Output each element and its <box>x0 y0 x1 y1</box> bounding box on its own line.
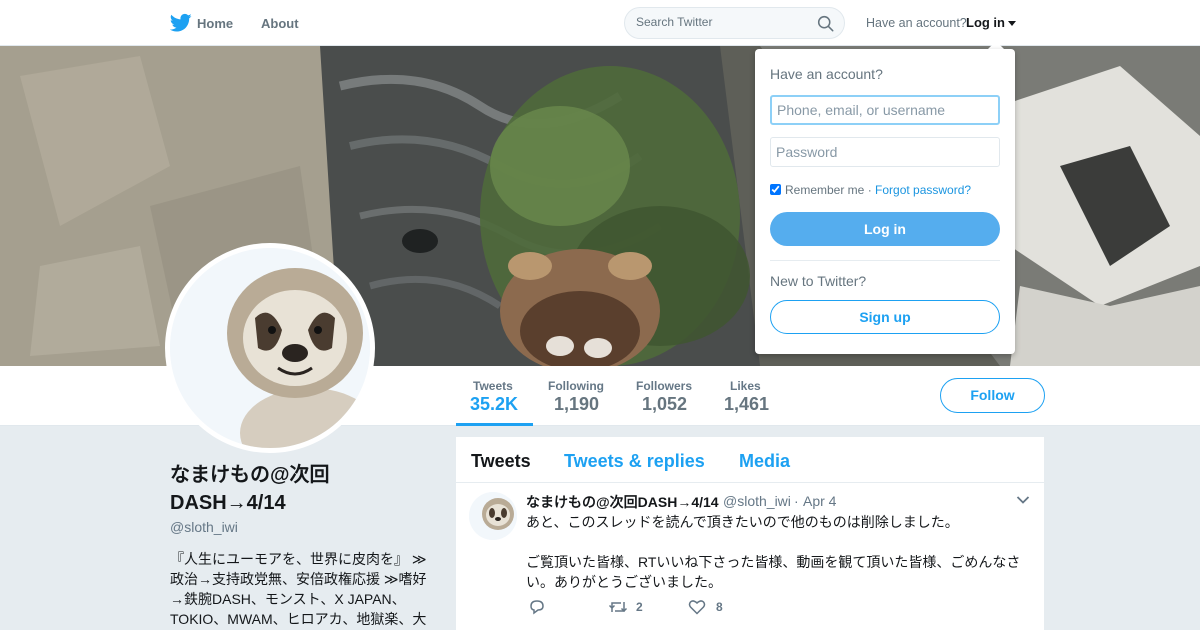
sloth-avatar-image <box>469 492 517 540</box>
new-to-twitter-text: New to Twitter? <box>770 273 867 289</box>
tab-tweets-and-replies[interactable]: Tweets & replies <box>564 451 705 472</box>
nav-home-link[interactable]: Home <box>197 16 233 31</box>
follow-button[interactable]: Follow <box>940 378 1045 413</box>
reply-icon[interactable] <box>528 599 546 615</box>
divider <box>770 260 1000 261</box>
profile-handle[interactable]: @sloth_iwi <box>170 519 238 535</box>
profile-avatar[interactable] <box>165 243 375 453</box>
tweet-separator: · <box>794 493 799 509</box>
stat-value: 1,190 <box>554 394 600 414</box>
login-dropdown: Have an account? Remember me · Forgot pa… <box>755 49 1015 354</box>
heart-icon[interactable] <box>688 599 706 615</box>
tweet-author-name[interactable]: なまけもの@次回DASH→4/14 <box>526 492 719 512</box>
search-icon[interactable] <box>817 15 834 32</box>
search-box <box>624 7 845 39</box>
tweet-text: あと、このスレッドを読んで頂きたいので他のものは削除しました。 ご覧頂いた皆様、… <box>526 512 1026 612</box>
signup-button[interactable]: Sign up <box>770 300 1000 334</box>
stat-following[interactable]: Following 1,190 <box>540 366 620 426</box>
timeline-tabs: Tweets Tweets & replies Media <box>456 437 1044 483</box>
login-dropdown-toggle[interactable]: Log in <box>966 15 1005 30</box>
stat-tweets[interactable]: Tweets 35.2K <box>456 366 533 426</box>
tweet-text-paragraph: ご覧頂いた皆様、RTいいね下さった皆様、動画を観て頂いた皆様、ごめんなさい。あり… <box>526 554 1021 590</box>
tab-tweets[interactable]: Tweets <box>471 451 531 472</box>
stat-value: 35.2K <box>470 394 519 414</box>
retweet-count: 2 <box>636 600 643 614</box>
stat-label: Following <box>548 379 604 393</box>
tweet[interactable]: なまけもの@次回DASH→4/14 @sloth_iwi · Apr 4 あと、… <box>456 483 1044 630</box>
username-field[interactable] <box>770 95 1000 125</box>
sloth-avatar-image <box>170 248 370 448</box>
have-account-text: Have an account? <box>866 16 967 30</box>
tweet-author-handle[interactable]: @sloth_iwi <box>723 493 791 509</box>
stat-label: Tweets <box>473 379 513 393</box>
stat-label: Likes <box>730 379 761 393</box>
forgot-password-link[interactable]: Forgot password? <box>875 183 971 197</box>
twitter-bird-icon[interactable] <box>170 13 192 33</box>
top-navigation: Home About Have an account? Log in <box>0 0 1200 46</box>
login-button[interactable]: Log in <box>770 212 1000 246</box>
caret-down-icon[interactable] <box>1008 21 1016 26</box>
tweet-avatar[interactable] <box>469 492 517 540</box>
retweet-icon[interactable] <box>608 599 628 615</box>
like-count: 8 <box>716 600 723 614</box>
profile-name[interactable]: なまけもの@次回DASH→4/14 <box>170 461 370 517</box>
search-input[interactable] <box>636 15 806 29</box>
login-dropdown-heading: Have an account? <box>770 66 883 82</box>
remember-me-checkbox[interactable] <box>770 184 781 195</box>
stat-label: Followers <box>636 379 693 393</box>
stat-likes[interactable]: Likes 1,461 <box>718 366 778 426</box>
tweet-timestamp[interactable]: Apr 4 <box>803 493 836 509</box>
password-field[interactable] <box>770 137 1000 167</box>
tab-media[interactable]: Media <box>739 451 790 472</box>
stat-value: 1,052 <box>642 394 688 414</box>
remember-me-row: Remember me · Forgot password? <box>770 183 971 197</box>
stat-value: 1,461 <box>724 394 770 414</box>
stat-followers[interactable]: Followers 1,052 <box>628 366 708 426</box>
nav-about-link[interactable]: About <box>261 16 299 31</box>
remember-me-label[interactable]: Remember me <box>785 183 864 197</box>
chevron-down-icon[interactable] <box>1016 495 1030 505</box>
tweet-text-paragraph: あと、このスレッドを読んで頂きたいので他のものは削除しました。 <box>526 514 959 530</box>
timeline: Tweets Tweets & replies Media なまけもの@次回DA… <box>456 437 1044 630</box>
remember-separator: · <box>864 183 876 197</box>
profile-bio: 『人生にユーモアを、世界に皮肉を』 ≫政治→支持政党無、安倍政権応援 ≫嗜好→鉄… <box>170 551 427 627</box>
